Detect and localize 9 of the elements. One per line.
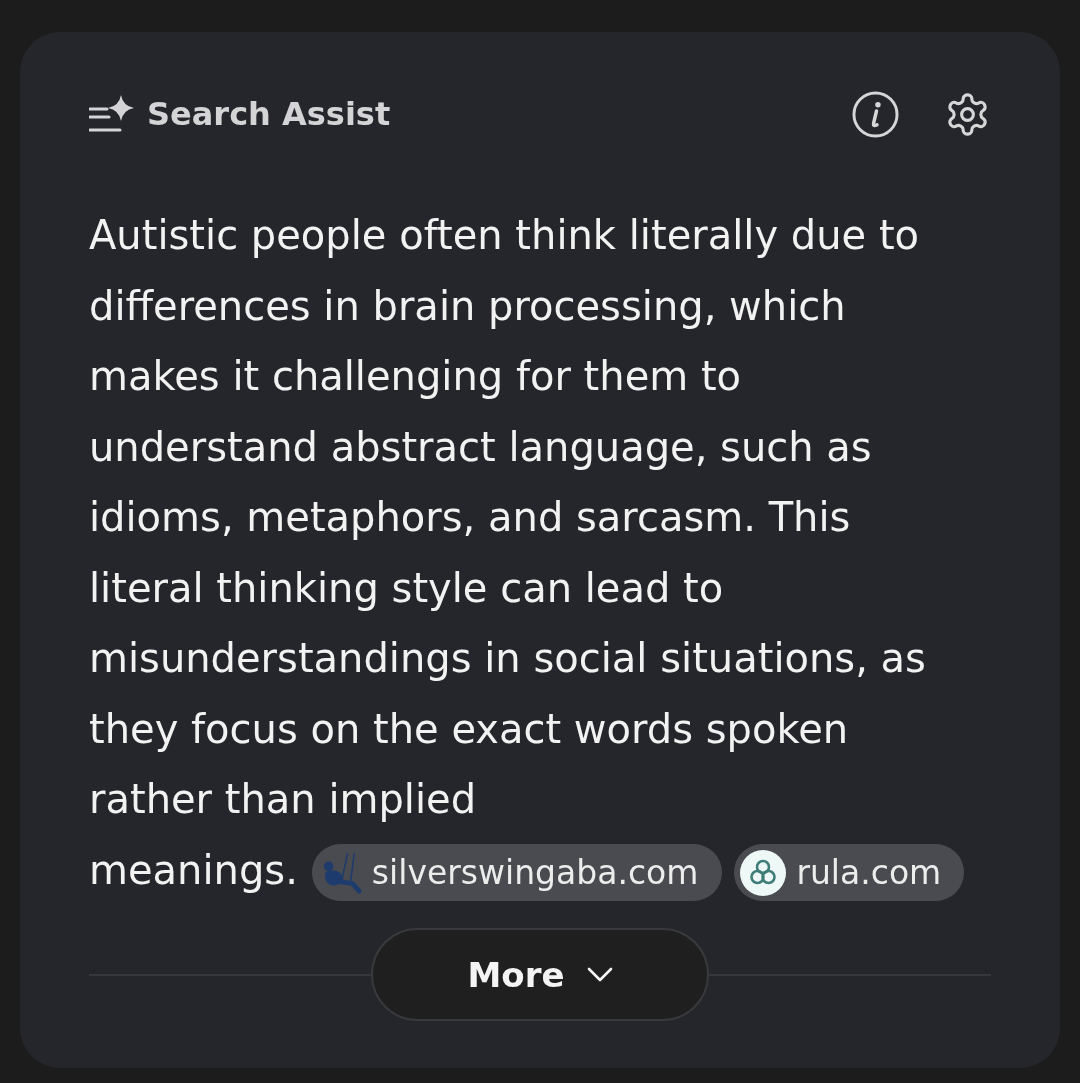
more-button[interactable]: More xyxy=(371,928,709,1021)
answer-text: Autistic people often think literally due to differences in brain processing, which makes it challenging for them to understand abstract language, such as idioms, metaphors, and sarcasm. This literal thinking style can lead to misunderstandings in social situations, as they focus on the exact words spoken rather than implied meanings. silverswingaba.com rula.com xyxy=(89,200,969,905)
source-link[interactable]: silverswingaba.com xyxy=(311,844,723,901)
chevron-down-icon xyxy=(586,967,613,982)
trefoil-icon xyxy=(740,849,787,896)
source-link[interactable]: rula.com xyxy=(734,844,965,901)
info-icon[interactable] xyxy=(852,90,899,138)
panel-title: Search Assist xyxy=(147,98,391,130)
sparkle-lines-icon xyxy=(89,94,135,134)
